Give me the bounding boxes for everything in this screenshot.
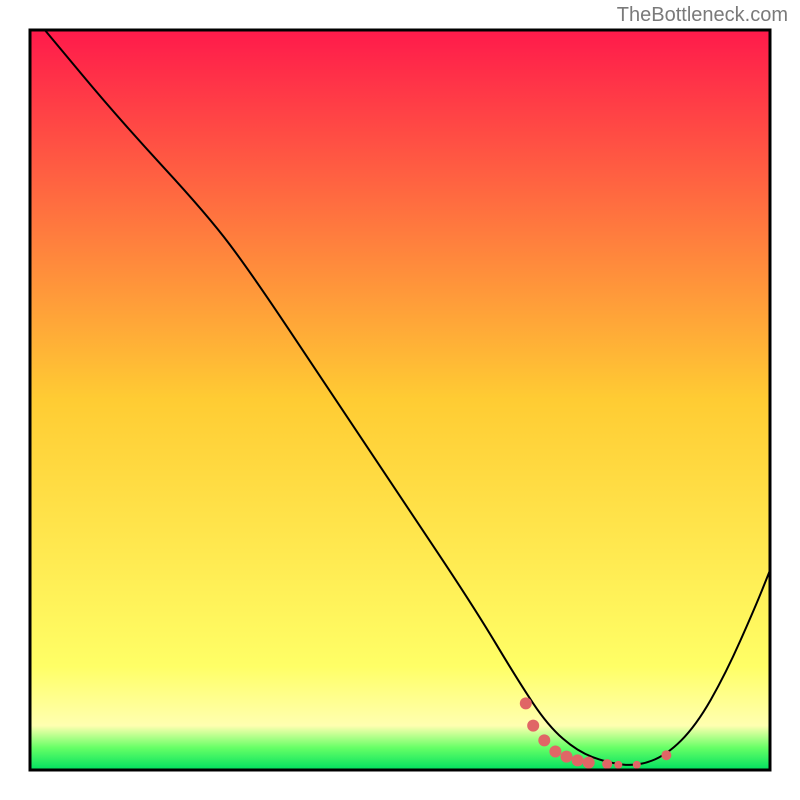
data-marker [549, 746, 561, 758]
data-marker [583, 757, 595, 769]
data-marker [661, 750, 671, 760]
data-marker [538, 734, 550, 746]
data-marker [520, 697, 532, 709]
data-marker [527, 720, 539, 732]
data-marker [602, 759, 612, 769]
data-marker [572, 754, 584, 766]
data-marker [561, 751, 573, 763]
bottleneck-chart [0, 0, 800, 800]
plot-background [30, 30, 770, 770]
data-marker [633, 761, 641, 769]
chart-container: TheBottleneck.com [0, 0, 800, 800]
data-marker [614, 761, 622, 769]
